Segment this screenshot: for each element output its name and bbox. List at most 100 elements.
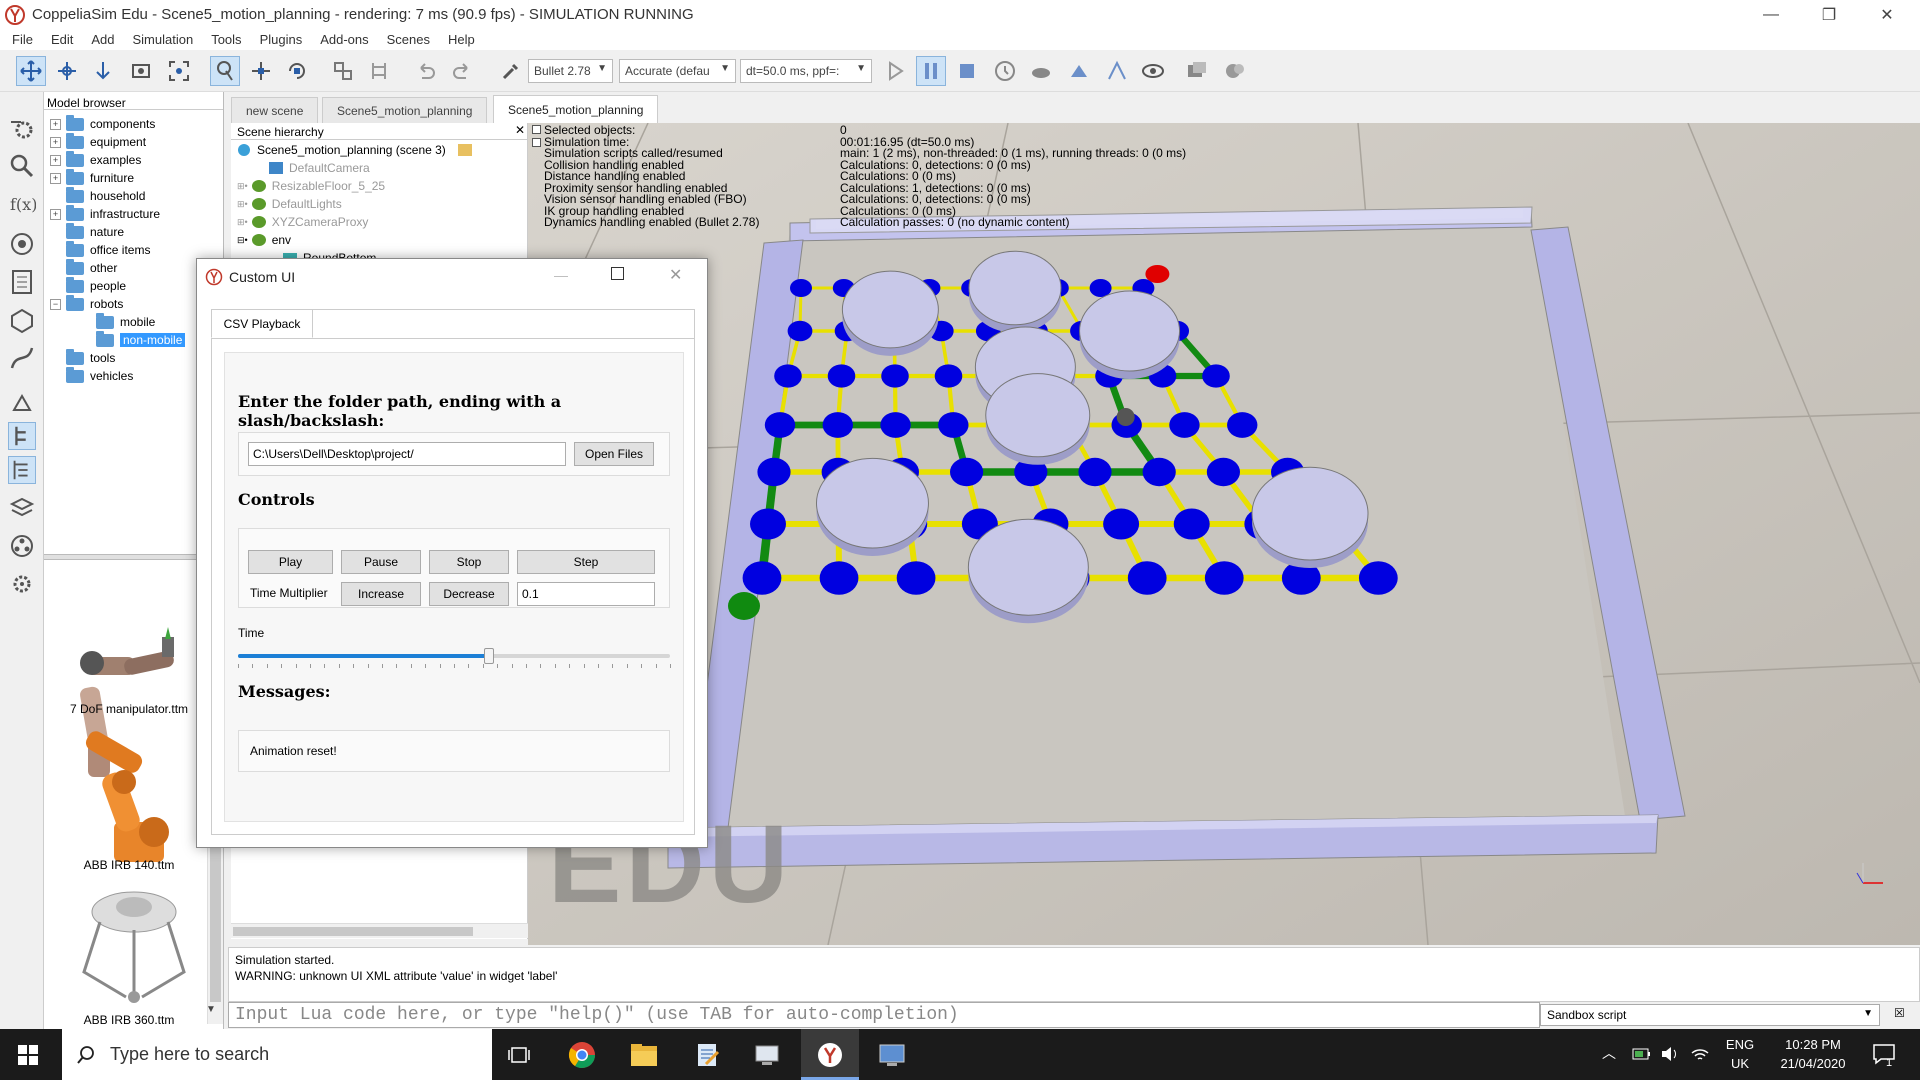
horizontal-scrollbar[interactable] (231, 923, 528, 938)
expand-icon[interactable]: + (50, 208, 61, 220)
collapse-icon[interactable]: − (50, 298, 61, 310)
menu-plugins[interactable]: Plugins (251, 32, 312, 47)
tab-new-scene[interactable]: new scene (231, 97, 319, 123)
simulation-settings-icon[interactable] (8, 114, 36, 142)
tab-scene5-a[interactable]: Scene5_motion_planning (322, 97, 488, 123)
speed-up-icon[interactable] (1064, 56, 1094, 86)
close-button[interactable]: ✕ (669, 265, 682, 285)
collapse-icon[interactable]: ⊟• (237, 235, 248, 246)
scroll-down-icon[interactable]: ▼ (206, 1004, 222, 1026)
collapse-icon[interactable] (532, 138, 541, 147)
slow-down-icon[interactable] (1026, 56, 1056, 86)
play-button[interactable]: Play (248, 550, 333, 574)
calculation-modules-icon[interactable]: f(x) (8, 190, 36, 218)
toggle-visualization-icon[interactable] (1138, 56, 1168, 86)
notepad-icon[interactable] (694, 1042, 720, 1068)
open-files-button[interactable]: Open Files (574, 442, 654, 466)
expand-icon[interactable]: + (50, 136, 61, 148)
hier-item-lights[interactable]: ⊞• DefaultLights (237, 195, 342, 213)
notifications-icon[interactable] (1872, 1043, 1896, 1065)
expand-icon[interactable]: ⊞• (237, 181, 248, 192)
collapse-icon[interactable] (532, 125, 541, 134)
close-icon[interactable]: ✕ (515, 123, 525, 137)
search-icon[interactable] (8, 152, 36, 180)
settings-icon[interactable] (8, 570, 36, 598)
menu-simulation[interactable]: Simulation (124, 32, 203, 47)
assemble-icon[interactable] (328, 56, 358, 86)
view-selector-icon[interactable] (1220, 56, 1250, 86)
scripts-icon[interactable] (8, 268, 36, 296)
object-shift-icon[interactable] (246, 56, 276, 86)
expand-icon[interactable]: + (50, 118, 61, 130)
expand-icon[interactable]: + (50, 154, 61, 166)
tree-item-examples[interactable]: + examples (50, 150, 141, 169)
collections-icon[interactable] (8, 230, 36, 258)
tree-item-vehicles[interactable]: vehicles (66, 366, 133, 385)
fit-to-view-icon[interactable] (164, 56, 194, 86)
minimize-button[interactable]: — (554, 267, 568, 283)
realtime-icon[interactable] (990, 56, 1020, 86)
hier-item-env[interactable]: ⊟• env (237, 231, 291, 249)
accuracy-select[interactable]: Accurate (defau ▼ (619, 59, 736, 83)
maximize-button[interactable]: ❐ (1800, 0, 1858, 29)
redo-icon[interactable] (448, 56, 478, 86)
step-button[interactable]: Step (517, 550, 655, 574)
model-browser-toggle-icon[interactable] (8, 422, 36, 450)
battery-icon[interactable] (1632, 1045, 1652, 1063)
hier-item-camera[interactable]: DefaultCamera (269, 159, 370, 177)
tree-item-non-mobile[interactable]: non-mobile (96, 330, 186, 349)
slider-handle[interactable] (483, 648, 494, 664)
tree-item-mobile[interactable]: mobile (96, 312, 155, 331)
tab-scene5-b[interactable]: Scene5_motion_planning (493, 95, 659, 123)
tree-item-equipment[interactable]: + equipment (50, 132, 146, 151)
tree-item-office-items[interactable]: office items (66, 240, 150, 259)
expand-icon[interactable]: ⊞• (237, 217, 248, 228)
shapes-icon[interactable] (8, 306, 36, 334)
tree-item-furniture[interactable]: + furniture (50, 168, 134, 187)
expand-icon[interactable]: ⊞• (237, 199, 248, 210)
clock[interactable]: 10:28 PM 21/04/2020 (1768, 1037, 1858, 1071)
start-simulation-icon[interactable] (880, 56, 910, 86)
show-hidden-icons[interactable]: ︿ (1602, 1043, 1616, 1063)
status-console[interactable]: Simulation started. WARNING: unknown UI … (228, 947, 1920, 1002)
menu-help[interactable]: Help (439, 32, 484, 47)
language-indicator[interactable]: ENG UK (1724, 1037, 1756, 1071)
tree-item-other[interactable]: other (66, 258, 117, 277)
file-explorer-icon[interactable] (630, 1042, 658, 1068)
abb-irb-140-thumbnail[interactable] (64, 722, 204, 872)
lua-command-input[interactable]: Input Lua code here, or type "help()" (u… (228, 1002, 1540, 1028)
tree-item-people[interactable]: people (66, 276, 126, 295)
undo-icon[interactable] (410, 56, 440, 86)
menu-addons[interactable]: Add-ons (311, 32, 377, 47)
menu-tools[interactable]: Tools (202, 32, 250, 47)
camera-pan-icon[interactable] (16, 56, 46, 86)
time-slider[interactable] (238, 646, 671, 668)
object-rotate-icon[interactable] (282, 56, 312, 86)
camera-opening-icon[interactable] (126, 56, 156, 86)
screen-app-icon[interactable] (878, 1042, 906, 1068)
video-recorder-icon[interactable] (8, 532, 36, 560)
remote-desktop-icon[interactable] (754, 1042, 780, 1068)
increase-button[interactable]: Increase (341, 582, 421, 606)
stats-toggle[interactable] (528, 123, 542, 147)
dynamics-engine-icon[interactable] (496, 56, 526, 86)
dt-select[interactable]: dt=50.0 ms, ppf=: ▼ (740, 59, 872, 83)
scrollbar-thumb[interactable] (233, 927, 473, 936)
pause-simulation-icon[interactable] (916, 56, 946, 86)
click-select-icon[interactable] (210, 56, 240, 86)
scene-hierarchy-toggle-icon[interactable] (8, 456, 36, 484)
chrome-icon[interactable] (568, 1041, 596, 1069)
pause-button[interactable]: Pause (341, 550, 421, 574)
tab-csv-playback[interactable]: CSV Playback (211, 309, 313, 338)
menu-file[interactable]: File (0, 32, 42, 47)
maximize-button[interactable] (611, 267, 624, 280)
tree-item-tools[interactable]: tools (66, 348, 115, 367)
abb-irb-360-thumbnail[interactable] (64, 882, 204, 1012)
tree-item-components[interactable]: + components (50, 114, 155, 133)
engine-select[interactable]: Bullet 2.78 ▼ (528, 59, 613, 83)
menu-edit[interactable]: Edit (42, 32, 82, 47)
close-icon[interactable]: ☒ (1894, 1006, 1908, 1020)
menu-scenes[interactable]: Scenes (378, 32, 439, 47)
menu-add[interactable]: Add (82, 32, 123, 47)
scene-page-icon[interactable] (1182, 56, 1212, 86)
